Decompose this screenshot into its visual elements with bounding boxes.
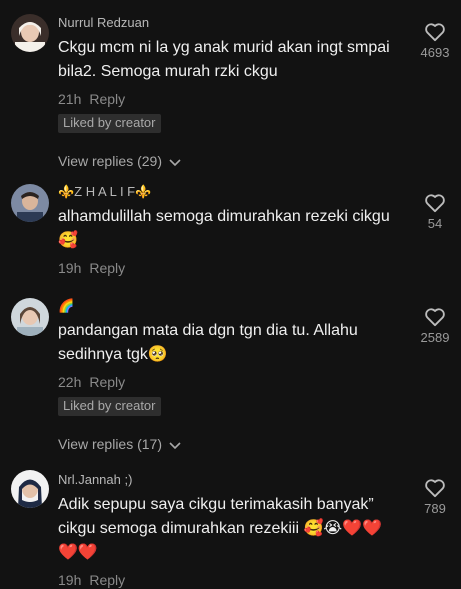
avatar[interactable] (11, 298, 49, 336)
comment-username[interactable]: Nrl.Jannah ;) (58, 472, 398, 488)
comment-time: 19h (58, 572, 82, 588)
comment-time: 19h (58, 260, 82, 276)
heart-outline-icon (405, 22, 461, 42)
comment-meta: 21h Reply (58, 90, 398, 108)
view-replies-label: View replies (17) (58, 436, 163, 452)
reply-button[interactable]: Reply (89, 260, 125, 276)
comment-username[interactable]: Nurrul Redzuan (58, 15, 398, 31)
comment-text: Adik sepupu saya cikgu terimakasih banya… (58, 496, 382, 561)
like-button[interactable]: 4693 (405, 22, 461, 60)
like-count: 54 (427, 216, 443, 231)
heart-outline-icon (405, 193, 461, 213)
liked-by-creator-badge: Liked by creator (58, 114, 161, 133)
view-replies-button[interactable]: View replies (29) (58, 152, 398, 171)
comment-time: 21h (58, 91, 82, 107)
chevron-down-icon (169, 153, 181, 171)
like-count: 789 (424, 501, 446, 516)
view-replies-button[interactable]: View replies (17) (58, 435, 398, 454)
comment-meta: 22h Reply (58, 373, 398, 391)
reply-button[interactable]: Reply (89, 572, 125, 588)
view-replies-label: View replies (29) (58, 153, 163, 169)
like-button[interactable]: 2589 (405, 307, 461, 345)
reply-button[interactable]: Reply (89, 91, 125, 107)
like-button[interactable]: 54 (405, 193, 461, 231)
avatar[interactable] (11, 14, 49, 52)
avatar[interactable] (11, 184, 49, 222)
heart-outline-icon (405, 307, 461, 327)
comment-time: 22h (58, 374, 82, 390)
reply-button[interactable]: Reply (89, 374, 125, 390)
comment-meta: 19h Reply (58, 571, 398, 589)
like-count: 2589 (420, 330, 450, 345)
comment-meta: 19h Reply (58, 259, 398, 277)
comment-text: Ckgu mcm ni la yg anak murid akan ingt s… (58, 39, 390, 80)
comment-text: alhamdulillah semoga dimurahkan rezeki c… (58, 208, 390, 249)
comment-text: pandangan mata dia dgn tgn dia tu. Allah… (58, 322, 358, 363)
comment-username[interactable]: 🌈 (58, 298, 398, 314)
like-button[interactable]: 789 (405, 478, 461, 516)
chevron-down-icon (169, 436, 181, 454)
heart-outline-icon (405, 478, 461, 498)
liked-by-creator-badge: Liked by creator (58, 397, 161, 416)
avatar[interactable] (11, 470, 49, 508)
like-count: 4693 (420, 45, 450, 60)
comment-username[interactable]: ⚜️Z H A L I F⚜️ (58, 184, 398, 200)
